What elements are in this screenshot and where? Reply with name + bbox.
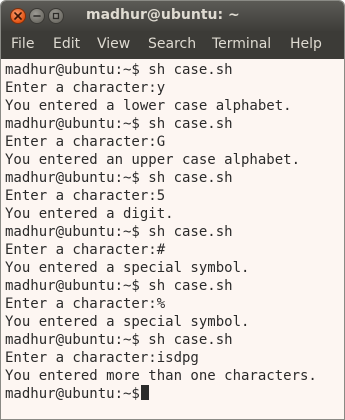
terminal-line: You entered an upper case alphabet. bbox=[5, 152, 301, 168]
menu-help[interactable]: Help bbox=[290, 36, 322, 52]
maximize-icon bbox=[52, 12, 60, 20]
terminal-line: You entered a lower case alphabet. bbox=[5, 98, 292, 114]
menu-bar: File Edit View Search Terminal Help bbox=[1, 31, 344, 59]
terminal-line: madhur@ubuntu:~$ sh case.sh bbox=[5, 332, 233, 348]
terminal-line: madhur@ubuntu:~$ sh case.sh bbox=[5, 170, 233, 186]
terminal-window: madhur@ubuntu: ~ File Edit View Search T… bbox=[0, 0, 345, 420]
menu-search[interactable]: Search bbox=[148, 36, 196, 52]
terminal-line: You entered a digit. bbox=[5, 206, 174, 222]
close-icon bbox=[14, 12, 22, 20]
menu-file[interactable]: File bbox=[11, 36, 34, 52]
terminal-line: madhur@ubuntu:~$ sh case.sh bbox=[5, 116, 233, 132]
window-title: madhur@ubuntu: ~ bbox=[86, 7, 240, 23]
terminal-line: madhur@ubuntu:~$ sh case.sh bbox=[5, 278, 233, 294]
close-button[interactable] bbox=[10, 8, 26, 24]
terminal-prompt: madhur@ubuntu:~$ bbox=[5, 386, 140, 402]
terminal-line: You entered more than one characters. bbox=[5, 368, 317, 384]
terminal-line: Enter a character:% bbox=[5, 296, 166, 312]
menu-edit[interactable]: Edit bbox=[53, 36, 80, 52]
terminal-line: Enter a character:5 bbox=[5, 188, 166, 204]
minimize-icon bbox=[33, 15, 41, 17]
terminal-line: Enter a character:G bbox=[5, 134, 166, 150]
menu-view[interactable]: View bbox=[97, 36, 130, 52]
terminal-line: Enter a character:y bbox=[5, 80, 166, 96]
terminal-line: madhur@ubuntu:~$ sh case.sh bbox=[5, 62, 233, 78]
title-bar[interactable]: madhur@ubuntu: ~ bbox=[1, 1, 344, 31]
terminal-prompt-line: madhur@ubuntu:~$ bbox=[5, 385, 149, 403]
terminal-line: You entered a special symbol. bbox=[5, 260, 250, 276]
maximize-button[interactable] bbox=[48, 8, 64, 24]
terminal-line: Enter a character:isdpg bbox=[5, 350, 199, 366]
terminal-line: You entered a special symbol. bbox=[5, 314, 250, 330]
terminal-line: madhur@ubuntu:~$ sh case.sh bbox=[5, 224, 233, 240]
menu-terminal[interactable]: Terminal bbox=[212, 36, 271, 52]
terminal-output[interactable]: madhur@ubuntu:~$ sh case.sh Enter a char… bbox=[1, 59, 344, 419]
minimize-button[interactable] bbox=[29, 8, 45, 24]
terminal-cursor bbox=[140, 385, 149, 400]
terminal-line: Enter a character:# bbox=[5, 242, 166, 258]
